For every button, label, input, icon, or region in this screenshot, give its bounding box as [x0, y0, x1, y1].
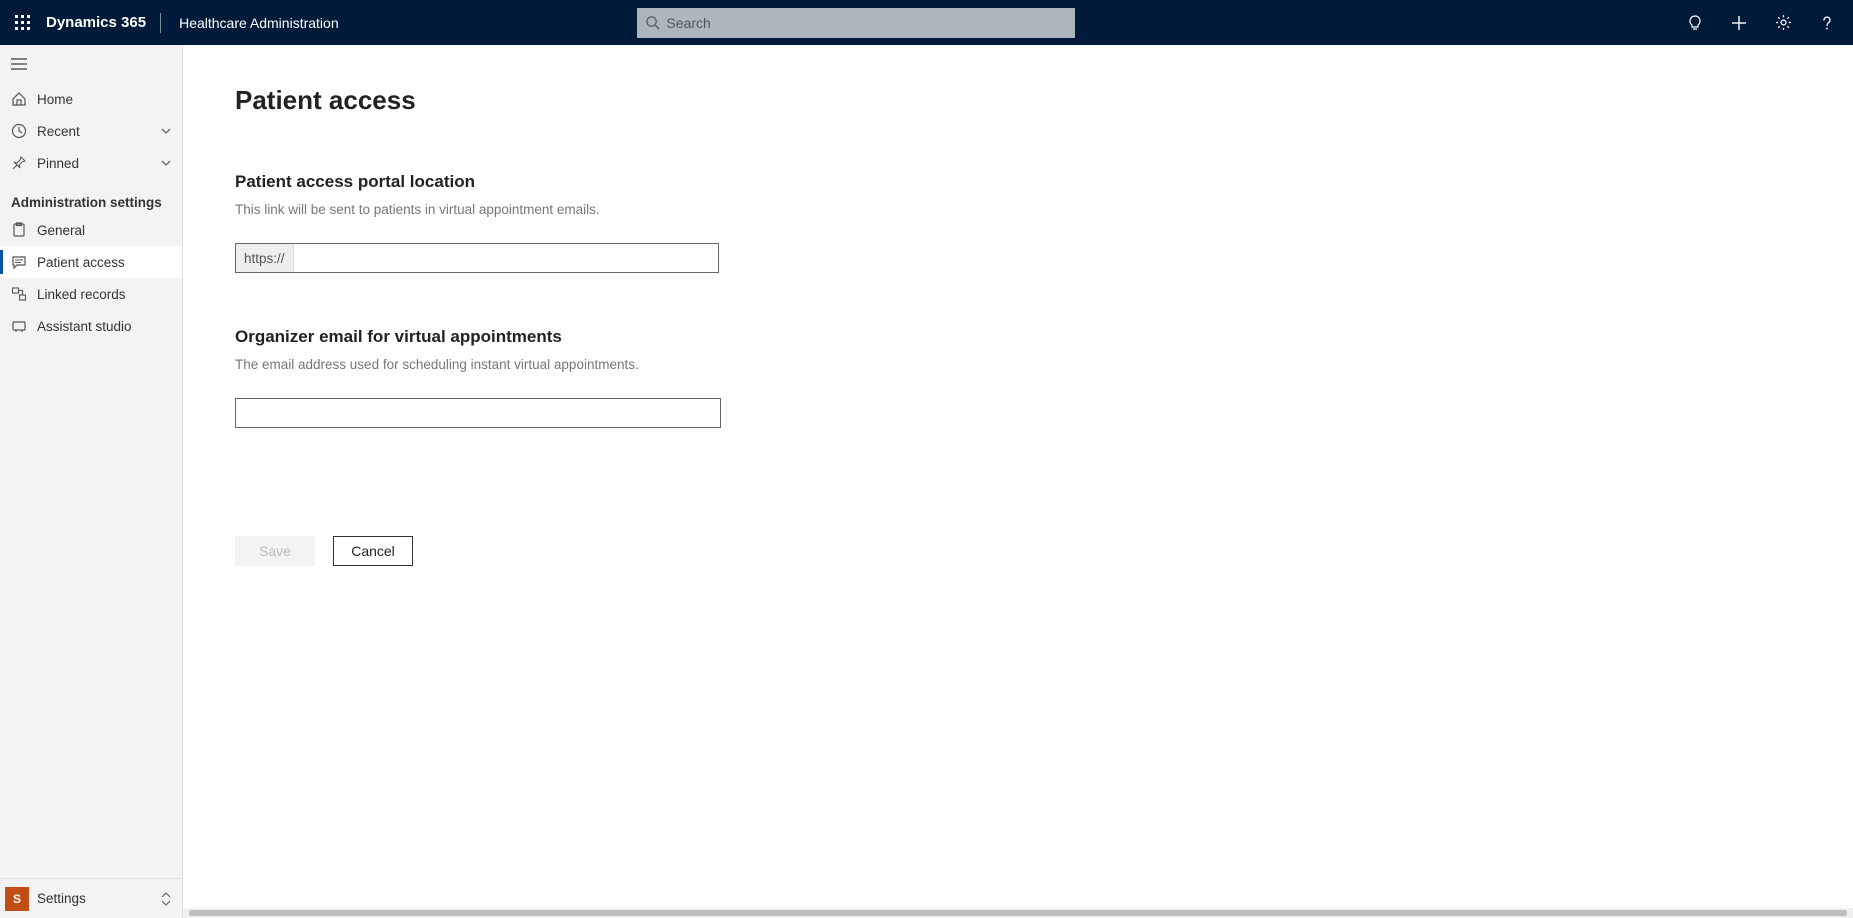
nav-assistant-studio[interactable]: Assistant studio	[0, 310, 182, 342]
lightbulb-icon	[1687, 15, 1703, 31]
ideas-button[interactable]	[1673, 0, 1717, 45]
search-input[interactable]	[660, 15, 1067, 31]
chat-icon	[11, 254, 27, 270]
sidebar-toggle[interactable]	[0, 45, 182, 83]
sidebar: Home Recent Pinned Administration settin…	[0, 45, 183, 918]
nav-label: Linked records	[37, 287, 173, 302]
updown-icon	[158, 891, 174, 907]
nav-home[interactable]: Home	[0, 83, 182, 115]
page-title: Patient access	[235, 85, 1801, 116]
main-content: Patient access Patient access portal loc…	[183, 45, 1853, 918]
save-button[interactable]: Save	[235, 536, 315, 566]
nav-patient-access[interactable]: Patient access	[0, 246, 182, 278]
home-icon	[11, 91, 27, 107]
search-icon	[645, 15, 660, 30]
gear-icon	[1775, 14, 1792, 31]
nav-section-admin: Administration settings	[0, 179, 182, 214]
help-icon	[1819, 15, 1835, 31]
nav-recent[interactable]: Recent	[0, 115, 182, 147]
nav-label: General	[37, 223, 173, 238]
portal-url-input-wrap: https://	[235, 243, 719, 273]
chevron-down-icon	[159, 124, 173, 138]
horizontal-scrollbar[interactable]	[183, 908, 1853, 918]
clipboard-icon	[11, 222, 27, 238]
add-button[interactable]	[1717, 0, 1761, 45]
nav-linked-records[interactable]: Linked records	[0, 278, 182, 310]
pin-icon	[11, 155, 27, 171]
module-name: Healthcare Administration	[165, 15, 339, 31]
header-divider	[160, 13, 161, 33]
assistant-icon	[11, 318, 27, 334]
nav-label: Home	[37, 92, 173, 107]
area-label: Settings	[37, 891, 158, 906]
url-prefix: https://	[236, 244, 294, 272]
button-row: Save Cancel	[235, 536, 1801, 566]
scrollbar-thumb[interactable]	[189, 910, 1847, 916]
portal-url-input[interactable]	[294, 244, 718, 272]
area-switcher[interactable]: S Settings	[0, 878, 182, 918]
nav-label: Recent	[37, 124, 159, 139]
header-buttons	[1673, 0, 1849, 45]
app-launcher-button[interactable]	[0, 0, 46, 45]
settings-button[interactable]	[1761, 0, 1805, 45]
plus-icon	[1731, 15, 1747, 31]
organizer-email-input[interactable]	[235, 398, 721, 428]
section1-title: Patient access portal location	[235, 172, 1801, 192]
nav-general[interactable]: General	[0, 214, 182, 246]
nav-label: Pinned	[37, 156, 159, 171]
section2-desc: The email address used for scheduling in…	[235, 357, 1801, 372]
global-search[interactable]	[637, 8, 1075, 38]
top-header: Dynamics 365 Healthcare Administration	[0, 0, 1853, 45]
cancel-button[interactable]: Cancel	[333, 536, 413, 566]
nav-pinned[interactable]: Pinned	[0, 147, 182, 179]
help-button[interactable]	[1805, 0, 1849, 45]
chevron-down-icon	[159, 156, 173, 170]
section1-desc: This link will be sent to patients in vi…	[235, 202, 1801, 217]
hamburger-icon	[11, 57, 27, 71]
app-name: Dynamics 365	[46, 14, 160, 31]
waffle-icon	[15, 15, 31, 31]
nav-label: Assistant studio	[37, 319, 173, 334]
nav-label: Patient access	[37, 255, 173, 270]
clock-icon	[11, 123, 27, 139]
section2-title: Organizer email for virtual appointments	[235, 327, 1801, 347]
area-icon: S	[5, 887, 29, 911]
linked-records-icon	[11, 286, 27, 302]
